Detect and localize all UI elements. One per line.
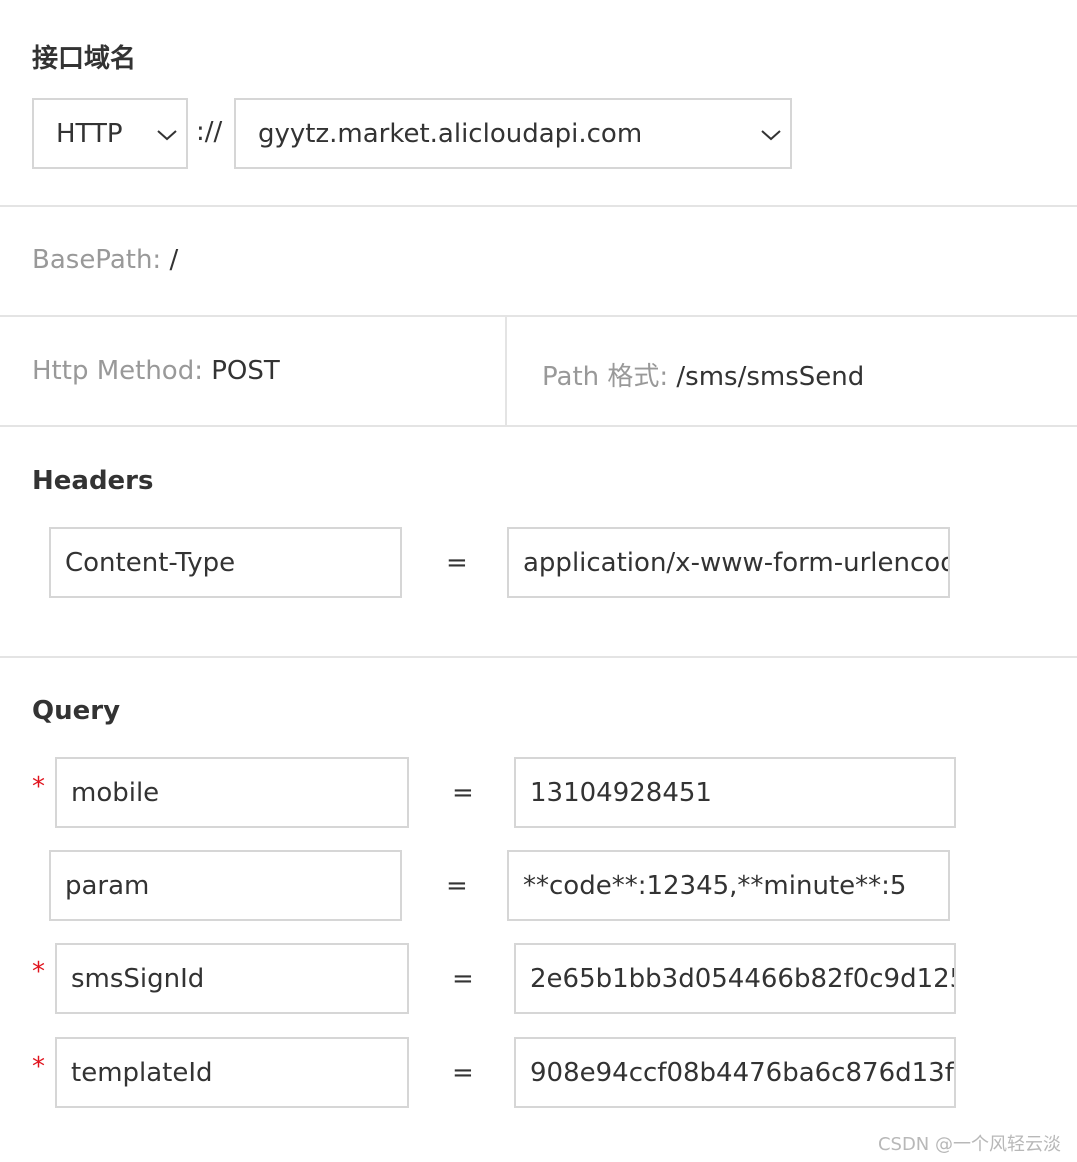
query-title: Query xyxy=(32,696,121,726)
required-marker: * xyxy=(32,957,45,987)
query-key-value: mobile xyxy=(71,777,160,808)
base-path-label: BasePath: xyxy=(32,245,170,275)
host-select[interactable]: gyytz.market.alicloudapi.com xyxy=(234,98,792,169)
equals-sign: = xyxy=(452,778,474,808)
chevron-down-icon xyxy=(761,130,781,141)
query-value-input-templateid[interactable]: 908e94ccf08b4476ba6c876d13f084ad xyxy=(514,1037,956,1108)
host-select-value: gyytz.market.alicloudapi.com xyxy=(258,118,643,149)
header-key-input[interactable]: Content-Type xyxy=(49,527,402,598)
divider xyxy=(0,315,1077,317)
query-value-value: 908e94ccf08b4476ba6c876d13f084ad xyxy=(530,1057,954,1088)
path-format-row: Path 格式: /sms/smsSend xyxy=(542,356,864,393)
equals-sign: = xyxy=(446,548,468,578)
query-key-value: smsSignId xyxy=(71,963,205,994)
header-value-input[interactable]: application/x-www-form-urlencoded xyxy=(507,527,950,598)
query-key-value: param xyxy=(65,870,150,901)
equals-sign: = xyxy=(446,871,468,901)
base-path-value: / xyxy=(169,245,179,275)
required-marker: * xyxy=(32,1052,45,1082)
http-method-label: Http Method: xyxy=(32,356,212,386)
header-value-value: application/x-www-form-urlencoded xyxy=(523,547,950,578)
domain-section-title: 接口域名 xyxy=(32,44,137,74)
divider xyxy=(0,205,1077,207)
query-value-value: **code**:12345,**minute**:5 xyxy=(523,870,907,901)
headers-title: Headers xyxy=(32,466,154,496)
query-key-value: templateId xyxy=(71,1057,213,1088)
equals-sign: = xyxy=(452,964,474,994)
protocol-select[interactable]: HTTP xyxy=(32,98,188,169)
query-value-input-param[interactable]: **code**:12345,**minute**:5 xyxy=(507,850,950,921)
query-value-value: 2e65b1bb3d054466b82f0c9d125465e2 xyxy=(530,963,954,994)
required-marker: * xyxy=(32,772,45,802)
protocol-select-value: HTTP xyxy=(56,118,123,149)
watermark: CSDN @一个风轻云淡 xyxy=(877,1134,1061,1155)
query-key-input-param[interactable]: param xyxy=(49,850,402,921)
query-value-input-smssignid[interactable]: 2e65b1bb3d054466b82f0c9d125465e2 xyxy=(514,943,956,1014)
path-format-value: /sms/smsSend xyxy=(676,362,865,392)
http-method-row: Http Method: POST xyxy=(32,356,280,386)
equals-sign: = xyxy=(452,1058,474,1088)
chevron-down-icon xyxy=(157,130,177,141)
path-format-label: Path 格式: xyxy=(542,362,677,392)
query-value-value: 13104928451 xyxy=(530,777,712,808)
query-value-input-mobile[interactable]: 13104928451 xyxy=(514,757,956,828)
divider xyxy=(0,425,1077,427)
column-divider xyxy=(505,316,507,426)
query-key-input-smssignid[interactable]: smsSignId xyxy=(55,943,409,1014)
base-path-row: BasePath: / xyxy=(32,245,178,275)
query-key-input-templateid[interactable]: templateId xyxy=(55,1037,409,1108)
query-key-input-mobile[interactable]: mobile xyxy=(55,757,409,828)
divider xyxy=(0,656,1077,658)
header-key-value: Content-Type xyxy=(65,547,236,578)
protocol-separator: :// xyxy=(196,117,223,147)
http-method-value: POST xyxy=(211,356,280,386)
